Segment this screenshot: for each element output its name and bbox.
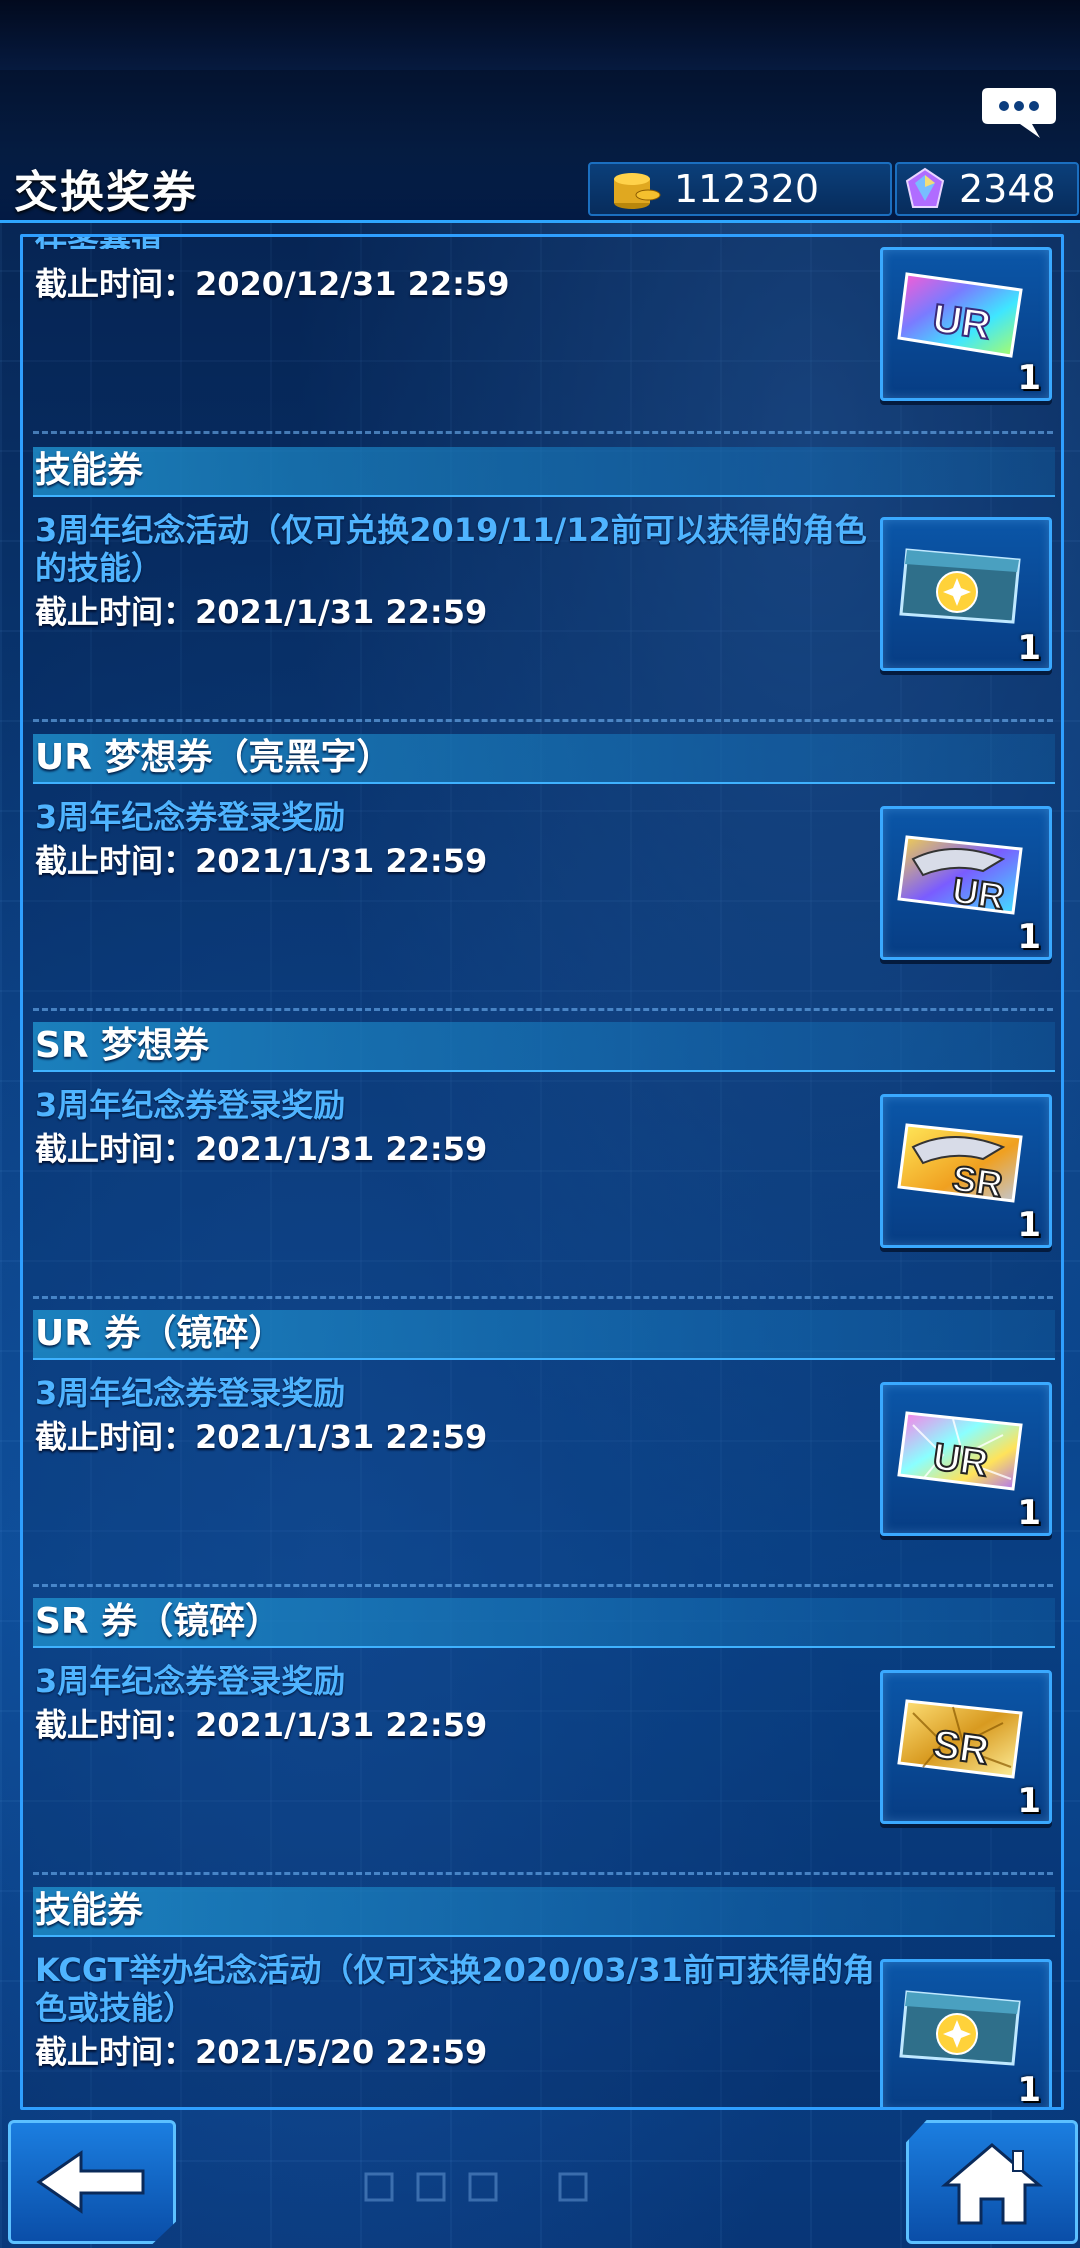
ur-ticket-icon: UR: [897, 272, 1023, 358]
arrow-left-icon: [36, 2150, 145, 2214]
decorative-squares: [364, 2172, 588, 2202]
item-deadline: 截止时间：2021/1/31 22:59: [35, 593, 488, 631]
item-title: 3周年纪念券登录奖励: [35, 798, 346, 836]
ticket-tile[interactable]: UR 1: [880, 247, 1052, 401]
page-title: 交换奖券: [14, 167, 198, 218]
status-strip: [0, 0, 1080, 70]
ticket-tile[interactable]: SR 1: [880, 1670, 1052, 1824]
ticket-quantity: 1: [1017, 1493, 1041, 1533]
home-button[interactable]: [906, 2120, 1078, 2244]
gem-counter: 2348: [895, 162, 1079, 216]
divider: [33, 1008, 1053, 1011]
gem-icon: [905, 167, 945, 208]
item-deadline: 截止时间：2021/1/31 22:59: [35, 1130, 488, 1168]
item-title: 3周年纪念券登录奖励: [35, 1662, 346, 1700]
item-title: 3周年纪念活动（仅可兑换2019/11/12前可以获得的角色的技能）: [35, 511, 867, 587]
item-title: 任务赛道: [35, 237, 875, 249]
svg-text:UR: UR: [930, 296, 993, 348]
home-icon: [940, 2143, 1044, 2225]
sr-shatter-ticket-icon: SR: [897, 1699, 1023, 1779]
divider: [33, 719, 1053, 722]
ticket-tile[interactable]: 1: [880, 517, 1052, 671]
item-title: 3周年纪念券登录奖励: [35, 1086, 346, 1124]
skill-ticket-icon: [899, 548, 1021, 624]
section-header: SR 梦想券: [33, 1022, 1055, 1072]
ticket-quantity: 1: [1017, 628, 1041, 668]
section-header: UR 梦想券（亮黑字）: [33, 734, 1055, 784]
ticket-quantity: 1: [1017, 917, 1041, 957]
ur-shatter-ticket-icon: UR: [897, 1411, 1023, 1491]
item-deadline: 截止时间：2021/1/31 22:59: [35, 1418, 488, 1456]
divider: [33, 1296, 1053, 1299]
back-button[interactable]: [8, 2120, 176, 2244]
ticket-tile[interactable]: SR 1: [880, 1094, 1052, 1248]
gem-amount: 2348: [959, 167, 1056, 211]
svg-text:UR: UR: [950, 869, 1007, 917]
ticket-quantity: 1: [1017, 1781, 1041, 1821]
item-title: KCGT举办纪念活动（仅可交换2020/03/31前可获得的角色或技能）: [35, 1951, 875, 2027]
item-deadline: 截止时间：2020/12/31 22:59: [35, 265, 510, 303]
chat-bubble-button[interactable]: [980, 84, 1058, 140]
divider: [33, 431, 1053, 434]
ticket-tile[interactable]: UR 1: [880, 1382, 1052, 1536]
divider: [33, 1584, 1053, 1587]
section-header: UR 券（镜碎）: [33, 1310, 1055, 1360]
ticket-quantity: 1: [1017, 2070, 1041, 2110]
ticket-quantity: 1: [1017, 358, 1041, 398]
svg-text:SR: SR: [930, 1722, 991, 1773]
item-title: 3周年纪念券登录奖励: [35, 1374, 346, 1412]
section-header: 技能券: [33, 1887, 1055, 1937]
item-deadline: 截止时间：2021/1/31 22:59: [35, 1706, 488, 1744]
svg-text:UR: UR: [930, 1436, 990, 1485]
coin-stack-icon: [614, 173, 661, 209]
sr-dream-ticket-icon: SR: [897, 1123, 1023, 1206]
ticket-tile[interactable]: 1: [880, 1959, 1052, 2110]
divider: [33, 1872, 1053, 1875]
section-header: 技能券: [33, 447, 1055, 497]
section-header: SR 券（镜碎）: [33, 1598, 1055, 1648]
item-deadline: 截止时间：2021/1/31 22:59: [35, 842, 488, 880]
skill-ticket-icon: [899, 1990, 1021, 2066]
item-deadline: 截止时间：2021/5/20 22:59: [35, 2033, 488, 2071]
ticket-list[interactable]: 任务赛道 截止时间：2020/12/31 22:59 UR 1 技能券 3周年纪…: [20, 234, 1064, 2110]
chat-bubble-icon: [982, 88, 1056, 138]
ticket-quantity: 1: [1017, 1205, 1041, 1245]
coin-counter: 112320: [588, 162, 892, 216]
coin-amount: 112320: [674, 167, 820, 211]
ur-dream-ticket-icon: UR: [897, 835, 1023, 918]
ticket-tile[interactable]: UR 1: [880, 806, 1052, 960]
svg-text:SR: SR: [950, 1157, 1005, 1205]
